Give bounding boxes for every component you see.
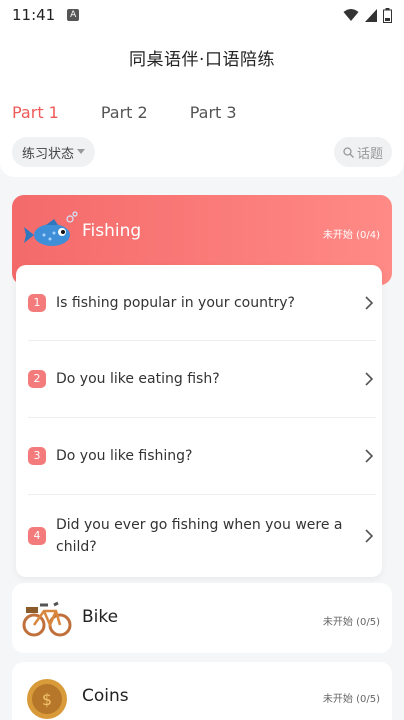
- status-time: 11:41: [12, 6, 56, 24]
- tab-part-3[interactable]: Part 3: [190, 103, 237, 122]
- chevron-right-icon: [365, 449, 374, 463]
- question-text: Did you ever go fishing when you were a …: [56, 517, 343, 555]
- chevron-right-icon: [365, 372, 374, 386]
- question-number: 3: [28, 447, 46, 465]
- question-number: 2: [28, 370, 46, 388]
- topic-progress: 未开始 (0/5): [322, 617, 380, 628]
- question-item[interactable]: 4 Did you ever go fishing when you were …: [28, 495, 376, 577]
- question-text: Do you like eating fish?: [56, 371, 220, 387]
- signal-icon: [365, 8, 377, 22]
- status-bar: 11:41 A: [0, 0, 404, 30]
- chevron-right-icon: [365, 529, 374, 543]
- caret-down-icon: [77, 149, 86, 154]
- coin-icon: $: [27, 679, 67, 719]
- app-header: 同桌语伴·口语陪练: [0, 30, 404, 85]
- topic-card-coins[interactable]: $ Coins 未开始 (0/5): [12, 662, 392, 720]
- topic-search-label: 话题: [356, 146, 383, 162]
- topic-title: Coins: [82, 686, 129, 706]
- search-icon: [343, 146, 354, 158]
- topic-title: Fishing: [82, 221, 142, 241]
- practice-status-dropdown[interactable]: 练习状态: [12, 137, 96, 167]
- chevron-right-icon: [365, 295, 374, 310]
- question-list: 1 Is fishing popular in your country? 2 …: [16, 265, 382, 577]
- notification-icon: A: [67, 9, 80, 21]
- topic-search-button[interactable]: 话题: [333, 137, 392, 167]
- wifi-icon: [343, 9, 359, 21]
- topic-title: Bike: [82, 607, 119, 627]
- battery-icon: [383, 7, 392, 23]
- topic-progress: 未开始 (0/5): [322, 694, 380, 705]
- part-tabs: Part 1 Part 2 Part 3: [12, 103, 237, 122]
- bike-icon: [22, 601, 72, 637]
- filter-area: Part 1 Part 2 Part 3 练习状态 话题: [0, 85, 404, 177]
- tab-part-2[interactable]: Part 2: [101, 103, 148, 122]
- question-text: Is fishing popular in your country?: [56, 294, 295, 311]
- topic-progress: 未开始 (0/4): [322, 230, 380, 241]
- question-text: Do you like fishing?: [56, 448, 193, 464]
- svg-text:$: $: [42, 690, 52, 709]
- topic-card-bike[interactable]: Bike 未开始 (0/5): [12, 583, 392, 653]
- fish-icon: [24, 211, 78, 246]
- question-item[interactable]: 2 Do you like eating fish?: [28, 341, 376, 418]
- question-number: 1: [28, 293, 46, 312]
- question-item[interactable]: 3 Do you like fishing?: [28, 418, 376, 495]
- page-title: 同桌语伴·口语陪练: [129, 50, 275, 70]
- status-icons: [343, 7, 392, 23]
- question-item[interactable]: 1 Is fishing popular in your country?: [28, 265, 376, 341]
- question-number: 4: [28, 527, 46, 545]
- practice-status-label: 练习状态: [22, 146, 75, 162]
- tab-part-1[interactable]: Part 1: [12, 103, 59, 122]
